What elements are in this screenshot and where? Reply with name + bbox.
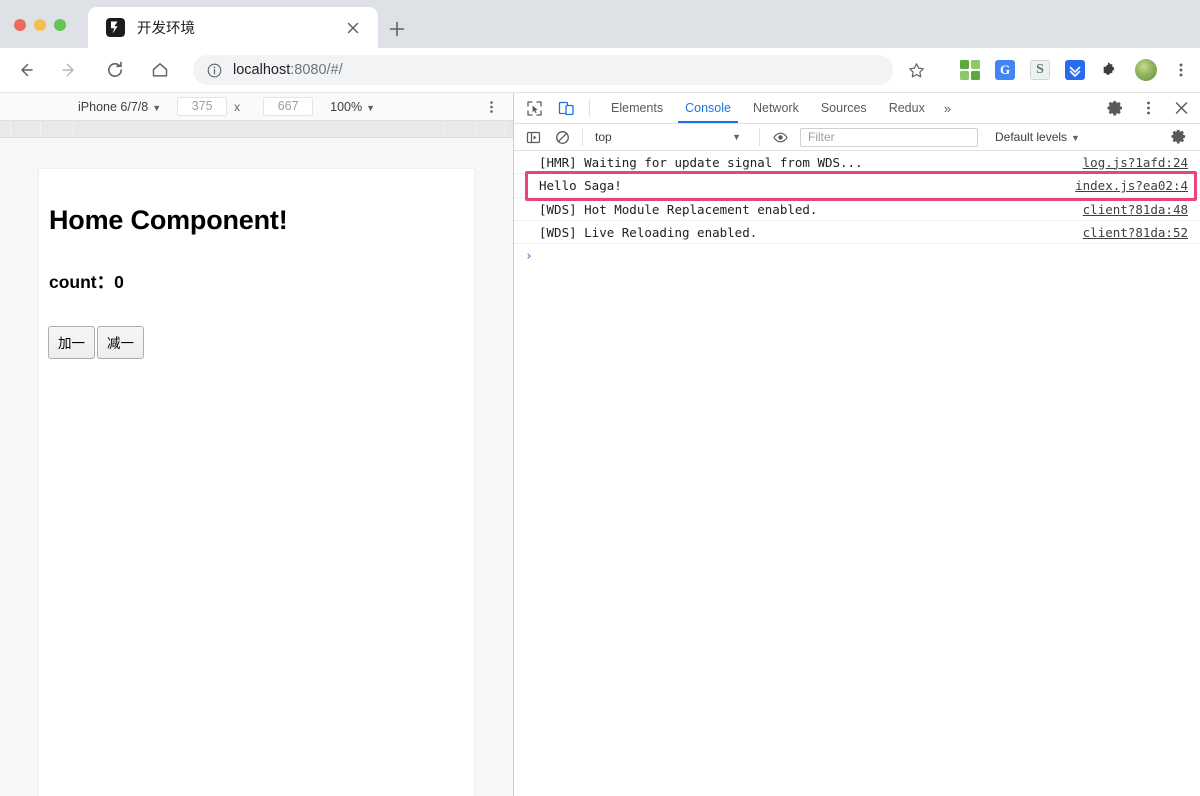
device-height-input[interactable]: 667 xyxy=(263,97,314,116)
window-close-button[interactable] xyxy=(14,19,26,31)
chevron-down-icon: ▼ xyxy=(1071,133,1080,143)
count-display: count：0 xyxy=(49,272,124,292)
device-zoom-label: 100% xyxy=(330,99,363,114)
console-message-source-link[interactable]: client?81da:48 xyxy=(1083,202,1188,217)
console-message-text: [WDS] Hot Module Replacement enabled. xyxy=(539,201,818,217)
chevron-down-icon: ▼ xyxy=(732,132,741,142)
download-extension-icon[interactable] xyxy=(1065,60,1085,80)
page-title: Home Component! xyxy=(49,205,288,235)
browser-window: 开发环境 localhost:8080/#/ G S iPhone 6/7/8 … xyxy=(0,0,1200,796)
live-expression-eye-icon[interactable] xyxy=(773,130,788,145)
tab-strip: 开发环境 xyxy=(0,0,1200,48)
toolbar-divider xyxy=(582,128,583,146)
info-icon[interactable] xyxy=(207,63,222,78)
chevron-down-icon: ▼ xyxy=(152,102,162,113)
address-bar-url: localhost:8080/#/ xyxy=(233,62,343,78)
devtools-tabs: Elements Console Network Sources Redux » xyxy=(600,93,959,123)
devtools-tabbar: Elements Console Network Sources Redux » xyxy=(514,93,1200,124)
tab-console[interactable]: Console xyxy=(674,93,742,123)
forward-arrow-icon[interactable] xyxy=(59,59,81,81)
console-toolbar: top ▼ Filter Default levels ▼ xyxy=(514,124,1200,151)
devtools-tabbar-actions xyxy=(1107,100,1190,117)
browser-toolbar: localhost:8080/#/ G S xyxy=(0,48,1200,93)
clear-console-icon[interactable] xyxy=(555,130,570,145)
inspect-element-icon[interactable] xyxy=(526,100,543,117)
console-message-row[interactable]: [WDS] Hot Module Replacement enabled. cl… xyxy=(514,198,1200,221)
console-message-source-link[interactable]: log.js?1afd:24 xyxy=(1083,155,1188,170)
tab-close-icon[interactable] xyxy=(344,19,362,37)
tab-title: 开发环境 xyxy=(137,21,195,37)
decrement-button[interactable]: 减一 xyxy=(97,326,144,359)
console-output[interactable]: [HMR] Waiting for update signal from WDS… xyxy=(514,151,1200,268)
extensions-toolbar: G S xyxy=(960,59,1190,81)
tab-elements[interactable]: Elements xyxy=(600,93,674,123)
console-message-text: Hello Saga! xyxy=(539,178,622,193)
device-zoom-selector[interactable]: 100% ▼ xyxy=(330,100,375,114)
device-ruler[interactable] xyxy=(0,121,513,138)
console-context-selector[interactable]: top ▼ xyxy=(595,128,745,147)
app-favicon xyxy=(106,18,125,37)
counter-buttons: 加一 减一 xyxy=(48,326,474,359)
profile-avatar[interactable] xyxy=(1135,59,1157,81)
browser-tab[interactable]: 开发环境 xyxy=(88,7,378,48)
device-emulation-toolbar: iPhone 6/7/8 ▼ 375 x 667 100% ▼ xyxy=(0,93,513,121)
address-bar[interactable]: localhost:8080/#/ xyxy=(193,55,893,85)
window-minimize-button[interactable] xyxy=(34,19,46,31)
home-icon[interactable] xyxy=(149,59,171,81)
reload-icon[interactable] xyxy=(104,59,126,81)
toggle-device-toolbar-icon[interactable] xyxy=(558,100,575,117)
console-levels-selector[interactable]: Default levels ▼ xyxy=(995,130,1080,144)
chrome-menu-kebab-icon[interactable] xyxy=(1172,61,1190,79)
toolbar-divider xyxy=(589,99,590,117)
emulated-viewport[interactable]: Home Component! count：0 加一 减一 xyxy=(38,168,475,796)
window-maximize-button[interactable] xyxy=(54,19,66,31)
console-message-text: [WDS] Live Reloading enabled. xyxy=(539,224,758,240)
tab-redux[interactable]: Redux xyxy=(878,93,936,123)
more-tabs-icon[interactable]: » xyxy=(936,101,959,116)
window-traffic-lights xyxy=(14,19,66,31)
new-tab-button[interactable] xyxy=(386,18,408,40)
back-arrow-icon[interactable] xyxy=(14,59,36,81)
device-stage: Home Component! count：0 加一 减一 xyxy=(0,138,513,796)
device-toolbar-more-icon[interactable] xyxy=(484,99,499,114)
url-path: :8080/#/ xyxy=(290,62,343,78)
tab-sources[interactable]: Sources xyxy=(810,93,878,123)
console-filter-input[interactable]: Filter xyxy=(800,127,978,147)
console-settings-gear-icon[interactable] xyxy=(1171,129,1188,146)
console-message-source-link[interactable]: index.js?ea02:4 xyxy=(1075,178,1188,193)
console-message-row[interactable]: [WDS] Live Reloading enabled. client?81d… xyxy=(514,221,1200,244)
console-sidebar-toggle-icon[interactable] xyxy=(526,130,541,145)
devtools-close-icon[interactable] xyxy=(1173,100,1190,117)
google-translate-extension-icon[interactable]: G xyxy=(995,60,1015,80)
console-message-row[interactable]: [HMR] Waiting for update signal from WDS… xyxy=(514,151,1200,174)
increment-button[interactable]: 加一 xyxy=(48,326,95,359)
devtools-panel: Elements Console Network Sources Redux » xyxy=(513,93,1200,796)
qr-code-extension-icon[interactable] xyxy=(960,60,980,80)
device-selector[interactable]: iPhone 6/7/8 ▼ xyxy=(78,100,161,114)
console-message-row[interactable]: Hello Saga! index.js?ea02:4 xyxy=(514,174,1200,198)
tab-network[interactable]: Network xyxy=(742,93,810,123)
console-input-prompt[interactable]: › xyxy=(514,244,1200,268)
console-message-source-link[interactable]: client?81da:52 xyxy=(1083,225,1188,240)
grammar-extension-icon[interactable]: S xyxy=(1030,60,1050,80)
console-context-label: top xyxy=(595,130,612,144)
bookmark-star-icon[interactable] xyxy=(907,61,926,80)
device-width-input[interactable]: 375 xyxy=(177,97,228,116)
console-message-text: [HMR] Waiting for update signal from WDS… xyxy=(539,154,863,170)
url-host: localhost xyxy=(233,62,291,78)
chevron-down-icon: ▼ xyxy=(366,102,376,113)
devtools-more-options-icon[interactable] xyxy=(1140,100,1157,117)
puzzle-extensions-icon[interactable] xyxy=(1100,60,1120,80)
toolbar-divider xyxy=(759,128,760,146)
dimension-separator: x xyxy=(234,99,241,114)
device-selector-label: iPhone 6/7/8 xyxy=(78,99,149,114)
console-levels-label: Default levels xyxy=(995,130,1068,144)
devtools-settings-gear-icon[interactable] xyxy=(1107,100,1124,117)
